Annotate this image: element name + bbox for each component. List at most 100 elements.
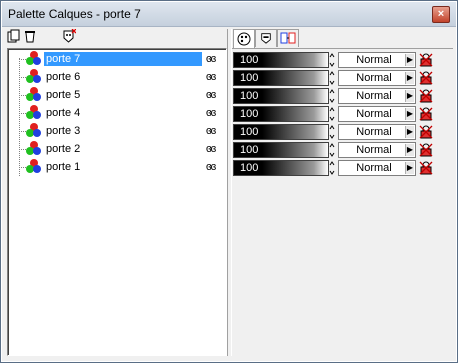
chevron-right-icon[interactable]: ▶ [405, 90, 414, 102]
chevron-right-icon[interactable]: ▶ [405, 126, 414, 138]
opacity-value: 100 [240, 108, 259, 120]
blend-mode-select[interactable]: Normal ▶ [338, 160, 416, 176]
chevron-right-icon[interactable]: ▶ [405, 162, 414, 174]
tab-links[interactable] [277, 29, 299, 47]
mask-tab-icon [261, 33, 271, 44]
opacity-value: 100 [240, 144, 259, 156]
layer-row[interactable]: porte 7 ɞɞ [10, 51, 222, 67]
opacity-slider[interactable]: 100 [233, 142, 329, 158]
opacity-spinner[interactable] [329, 124, 335, 140]
layer-property-row: 100 Normal ▶ [232, 52, 453, 68]
lock-icon[interactable] [419, 161, 433, 175]
opacity-spinner[interactable] [329, 70, 335, 86]
spinner-arrows-icon [329, 53, 335, 67]
blend-mode-value: Normal [356, 144, 392, 156]
opacity-slider[interactable]: 100 [233, 88, 329, 104]
title-bar[interactable]: Palette Calques - porte 7 × [2, 2, 456, 27]
chevron-right-icon[interactable]: ▶ [405, 72, 414, 84]
blend-mode-value: Normal [356, 108, 392, 120]
opacity-value: 100 [240, 90, 259, 102]
blend-mode-select[interactable]: Normal ▶ [338, 88, 416, 104]
visibility-glasses-icon[interactable]: ɞɞ [206, 89, 216, 101]
opacity-spinner[interactable] [329, 88, 335, 104]
rgb-layer-icon [26, 87, 42, 103]
lock-icon[interactable] [419, 53, 433, 67]
visibility-glasses-icon[interactable]: ɞɞ [206, 53, 216, 65]
spinner-arrows-icon [329, 143, 335, 157]
layer-row[interactable]: porte 3 ɞɞ [10, 123, 222, 139]
layer-row[interactable]: porte 6 ɞɞ [10, 69, 222, 85]
layer-property-row: 100 Normal ▶ [232, 106, 453, 122]
rgb-layer-icon [26, 105, 42, 121]
opacity-spinner[interactable] [329, 52, 335, 68]
opacity-slider[interactable]: 100 [233, 124, 329, 140]
visibility-glasses-icon[interactable]: ɞɞ [206, 161, 216, 173]
layer-name[interactable]: porte 4 [44, 106, 202, 120]
spinner-arrows-icon [329, 161, 335, 175]
blend-mode-value: Normal [356, 72, 392, 84]
layer-list: porte 7 ɞɞ porte 6 ɞɞ porte 5 ɞɞ porte 4 ɞɞ port… [7, 48, 227, 356]
lock-icon[interactable] [419, 125, 433, 139]
trash-icon[interactable] [23, 29, 37, 43]
opacity-value: 100 [240, 162, 259, 174]
close-button[interactable]: × [432, 6, 450, 23]
opacity-value: 100 [240, 126, 259, 138]
lock-icon[interactable] [419, 107, 433, 121]
new-layer-icon[interactable] [7, 29, 21, 43]
opacity-value: 100 [240, 54, 259, 66]
rgb-layer-icon [26, 51, 42, 67]
link-tab-icon [280, 32, 296, 44]
visibility-glasses-icon[interactable]: ɞɞ [206, 107, 216, 119]
blend-mode-select[interactable]: Normal ▶ [338, 124, 416, 140]
layer-name[interactable]: porte 5 [44, 88, 202, 102]
opacity-spinner[interactable] [329, 142, 335, 158]
visibility-glasses-icon[interactable]: ɞɞ [206, 125, 216, 137]
palette-icon [237, 32, 251, 46]
layer-property-row: 100 Normal ▶ [232, 88, 453, 104]
blend-mode-select[interactable]: Normal ▶ [338, 70, 416, 86]
layer-name[interactable]: porte 6 [44, 70, 202, 84]
rgb-layer-icon [26, 69, 42, 85]
palette-window: Palette Calques - porte 7 × porte 7 ɞɞ por… [0, 0, 458, 363]
visibility-glasses-icon[interactable]: ɞɞ [206, 143, 216, 155]
opacity-slider[interactable]: 100 [233, 160, 329, 176]
blend-mode-select[interactable]: Normal ▶ [338, 52, 416, 68]
blend-mode-value: Normal [356, 162, 392, 174]
layer-name[interactable]: porte 7 [43, 51, 203, 67]
spinner-arrows-icon [329, 71, 335, 85]
lock-icon[interactable] [419, 71, 433, 85]
chevron-right-icon[interactable]: ▶ [405, 144, 414, 156]
layer-property-row: 100 Normal ▶ [232, 160, 453, 176]
opacity-slider[interactable]: 100 [233, 70, 329, 86]
layer-row[interactable]: porte 4 ɞɞ [10, 105, 222, 121]
chevron-right-icon[interactable]: ▶ [405, 54, 414, 66]
tab-mask[interactable] [255, 29, 277, 47]
opacity-slider[interactable]: 100 [233, 52, 329, 68]
opacity-spinner[interactable] [329, 160, 335, 176]
lock-icon[interactable] [419, 143, 433, 157]
blend-mode-select[interactable]: Normal ▶ [338, 142, 416, 158]
layer-row[interactable]: porte 2 ɞɞ [10, 141, 222, 157]
opacity-spinner[interactable] [329, 106, 335, 122]
visibility-glasses-icon[interactable]: ɞɞ [206, 71, 216, 83]
opacity-slider[interactable]: 100 [233, 106, 329, 122]
blend-mode-select[interactable]: Normal ▶ [338, 106, 416, 122]
layer-name[interactable]: porte 3 [44, 124, 202, 138]
layer-properties: 100 Normal ▶ 100 Normal ▶ 100 Normal ▶ 100 Normal ▶… [232, 48, 453, 355]
tab-properties[interactable] [233, 29, 255, 48]
blend-mode-value: Normal [356, 54, 392, 66]
chevron-right-icon[interactable]: ▶ [405, 108, 414, 120]
mask-icon[interactable] [62, 29, 76, 43]
blend-mode-value: Normal [356, 126, 392, 138]
layer-row[interactable]: porte 5 ɞɞ [10, 87, 222, 103]
lock-icon[interactable] [419, 89, 433, 103]
spinner-arrows-icon [329, 125, 335, 139]
layer-property-row: 100 Normal ▶ [232, 142, 453, 158]
spinner-arrows-icon [329, 107, 335, 121]
rgb-layer-icon [26, 159, 42, 175]
layer-row[interactable]: porte 1 ɞɞ [10, 159, 222, 175]
layer-name[interactable]: porte 2 [44, 142, 202, 156]
rgb-layer-icon [26, 141, 42, 157]
layer-name[interactable]: porte 1 [44, 160, 202, 174]
window-title: Palette Calques - porte 7 [8, 7, 141, 21]
